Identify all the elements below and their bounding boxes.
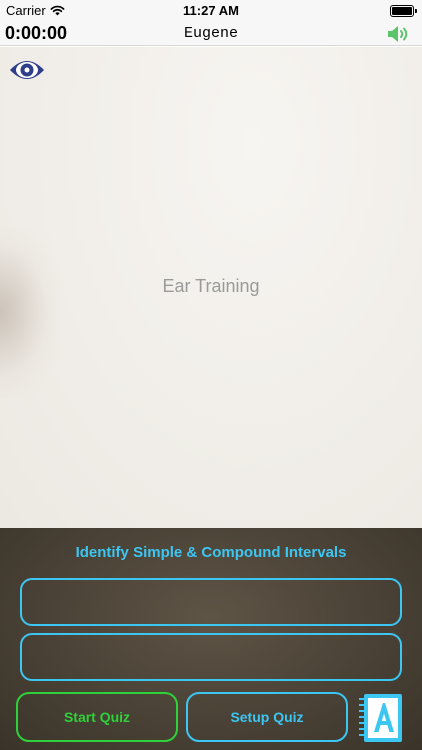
setup-quiz-button[interactable]: Setup Quiz: [186, 692, 348, 742]
eye-icon[interactable]: [8, 55, 46, 85]
speaker-icon[interactable]: [386, 23, 412, 45]
answer-box-1[interactable]: [20, 578, 402, 626]
nav-title: Eugene: [183, 25, 238, 42]
battery-level: [392, 7, 412, 15]
battery-icon: [390, 5, 417, 17]
training-view: Ear Training: [0, 47, 422, 528]
status-bar: Carrier 11:27 AM: [0, 0, 422, 22]
answer-box-2[interactable]: [20, 633, 402, 681]
start-quiz-button[interactable]: Start Quiz: [16, 692, 178, 742]
nav-bar: 0:00:00 Eugene: [0, 22, 422, 46]
status-time: 11:27 AM: [183, 3, 239, 18]
notebook-icon[interactable]: [357, 691, 405, 745]
quiz-title: Identify Simple & Compound Intervals: [75, 544, 347, 561]
quiz-panel: Identify Simple & Compound Intervals Sta…: [0, 528, 422, 750]
content-label: Ear Training: [162, 276, 260, 296]
